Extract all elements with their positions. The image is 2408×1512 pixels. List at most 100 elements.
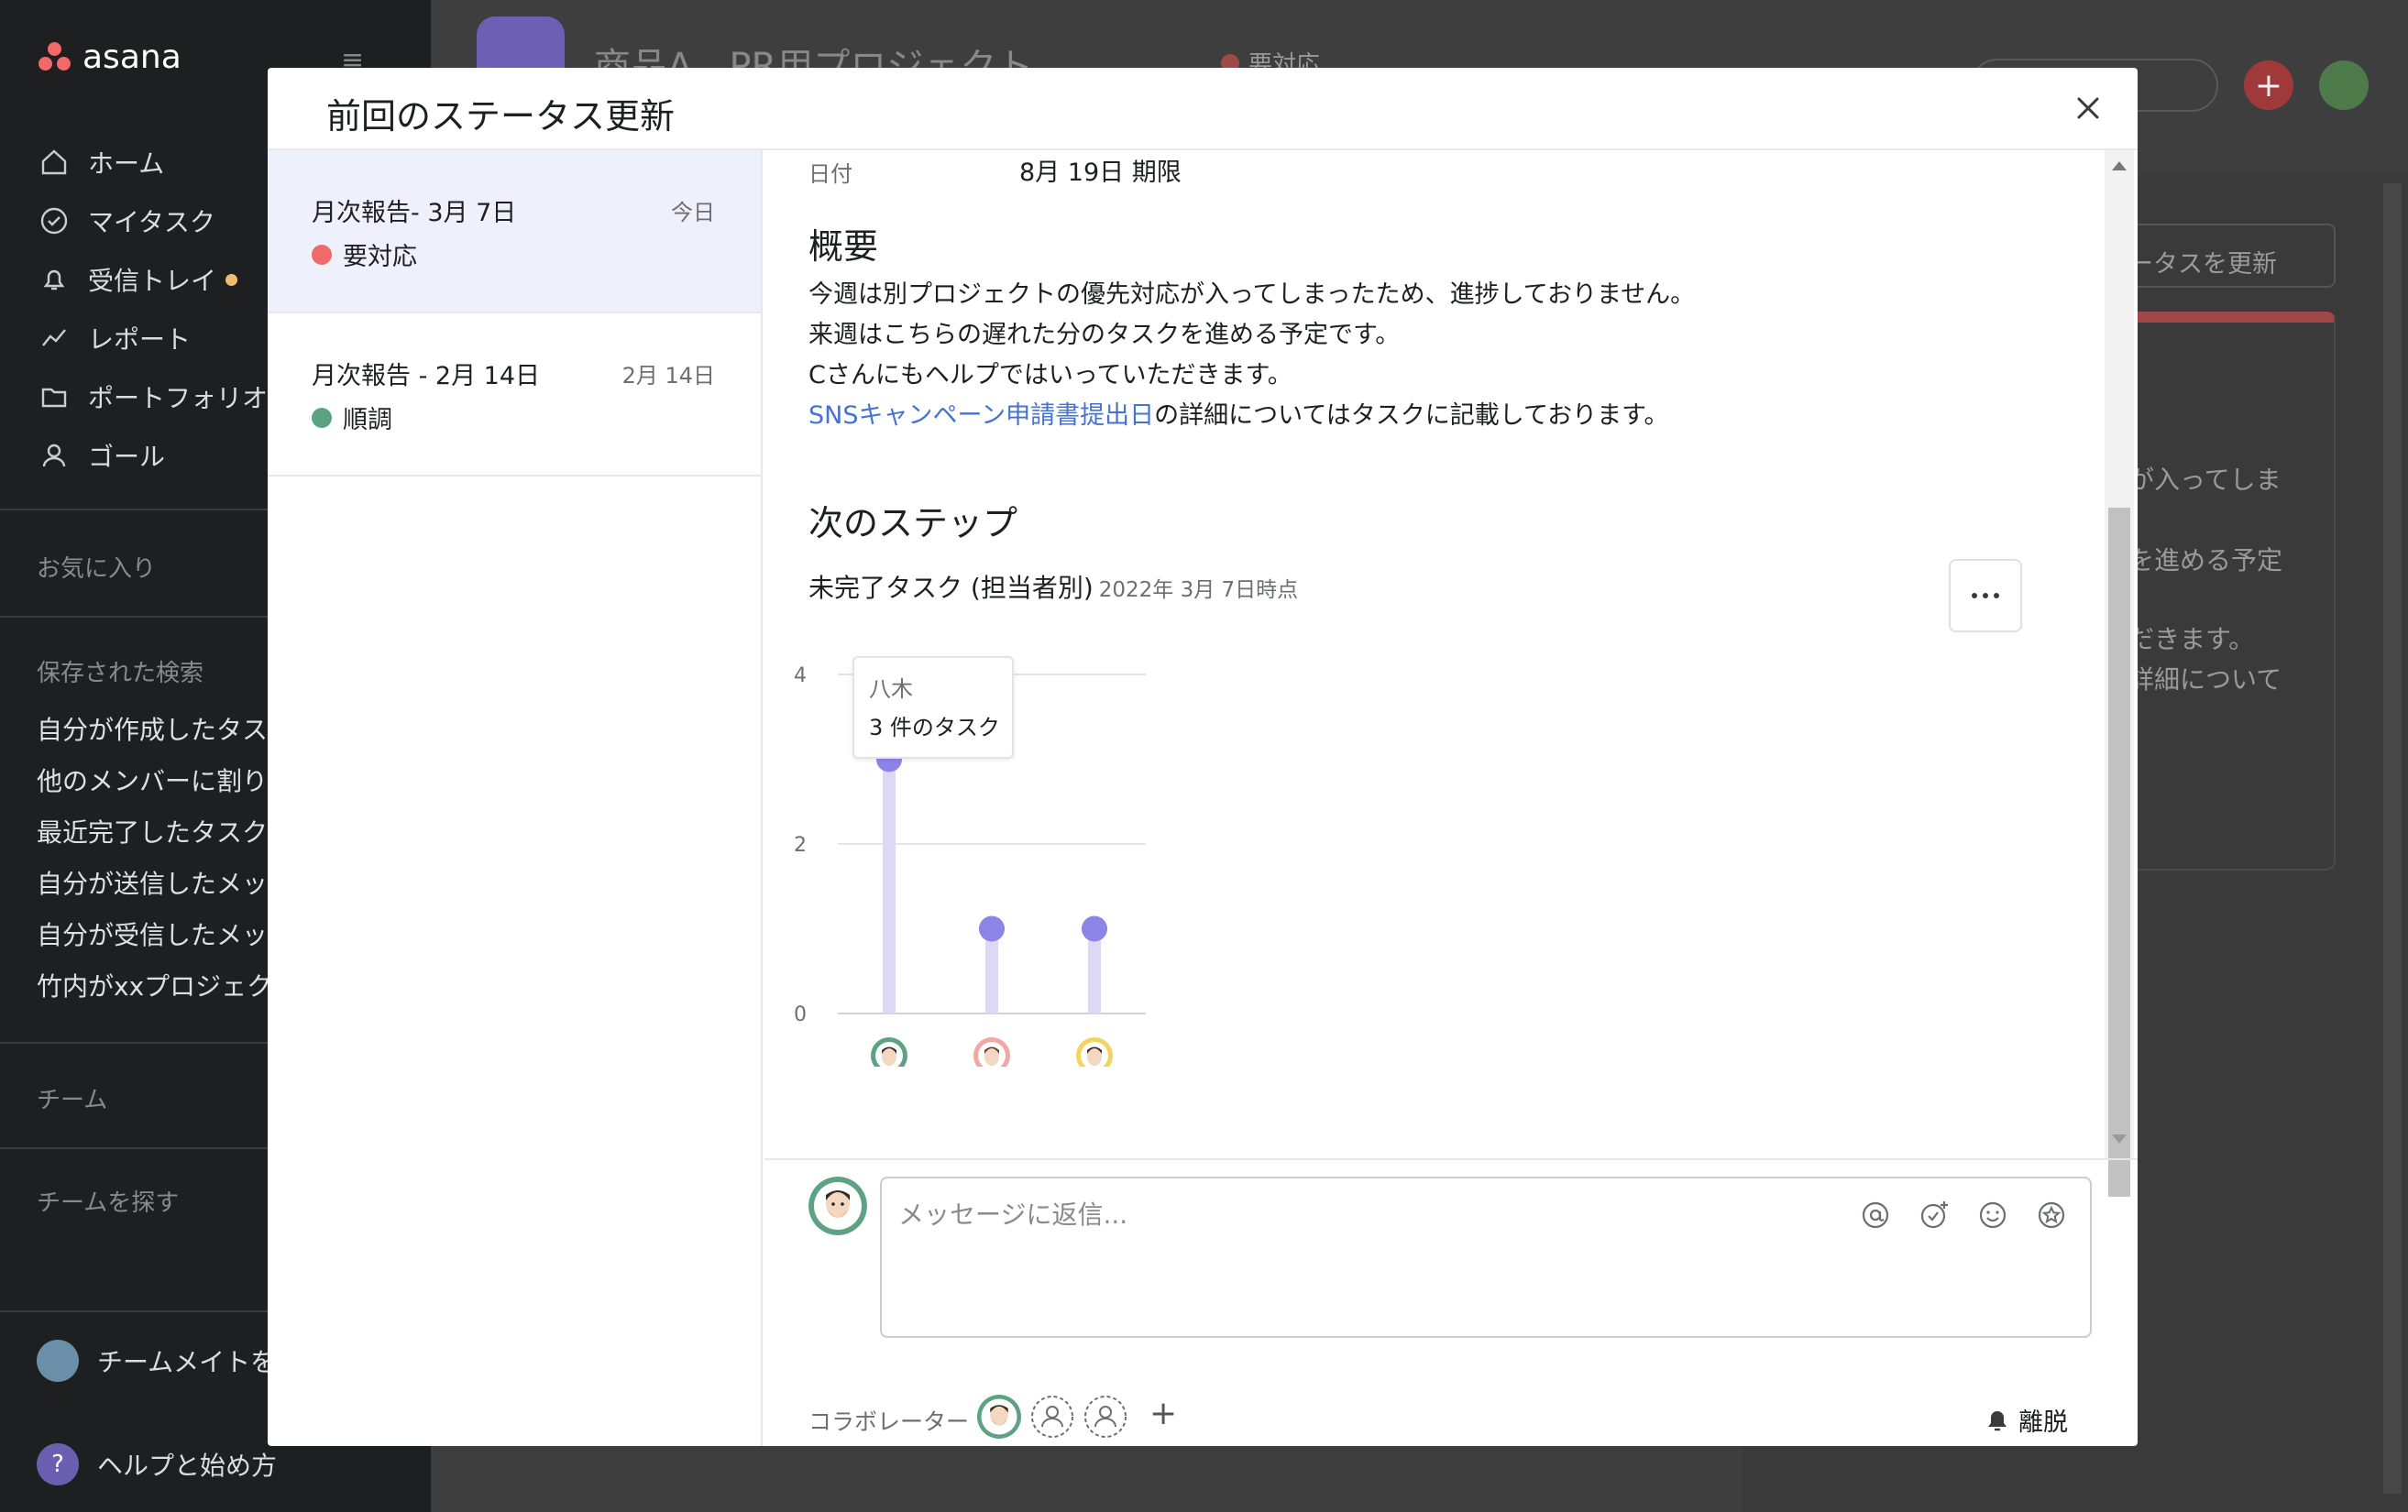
summary-line: Cさんにもヘルプではいっていただきます。 bbox=[808, 361, 1292, 389]
sidebar-item-label: ホーム bbox=[88, 148, 165, 179]
saved-search-item[interactable]: 他のメンバーに割り bbox=[37, 761, 293, 813]
person-icon bbox=[37, 438, 71, 473]
status-dot-icon bbox=[312, 244, 332, 265]
favorites-heading[interactable]: お気に入り bbox=[37, 550, 156, 584]
summary-line: 来週はこちらの遅れた分のタスクを進める予定です。 bbox=[808, 321, 1401, 349]
tooltip-assignee: 八木 bbox=[869, 676, 913, 702]
sidebar-item-my-tasks[interactable]: マイタスク bbox=[37, 192, 268, 250]
modal-title: 前回のステータス更新 bbox=[326, 96, 676, 137]
summary-line: 今週は別プロジェクトの優先対応が入ってしまったため、進捗しておりません。 bbox=[808, 280, 1696, 309]
task-link[interactable]: SNSキャンペーン申請書提出日 bbox=[808, 401, 1154, 430]
empty-collaborator-icon[interactable] bbox=[1030, 1395, 1074, 1439]
scroll-up-arrow-icon[interactable] bbox=[2112, 161, 2127, 170]
scrollbar-thumb[interactable] bbox=[2108, 508, 2130, 1197]
sidebar-nav: ホーム マイタスク 受信トレイ レポート ポートフォリオ ゴール bbox=[37, 133, 268, 485]
date-value: 8月 19日 期限 bbox=[1019, 159, 1182, 187]
tooltip-task-count: 3 件のタスク bbox=[869, 715, 1000, 740]
close-icon[interactable] bbox=[2070, 90, 2106, 126]
status-dot-icon bbox=[312, 407, 332, 428]
leave-label: 離脱 bbox=[2018, 1408, 2068, 1437]
invite-label: チームメイトを bbox=[97, 1347, 277, 1377]
bell-icon bbox=[1988, 1410, 2007, 1430]
add-button[interactable]: + bbox=[2244, 60, 2293, 110]
assignee-avatar bbox=[871, 1037, 907, 1067]
sidebar-item-home[interactable]: ホーム bbox=[37, 133, 268, 192]
unread-dot bbox=[225, 273, 238, 286]
mention-icon[interactable] bbox=[1859, 1199, 1892, 1232]
status-label: 要対応 bbox=[343, 243, 417, 271]
teams-heading[interactable]: チーム bbox=[37, 1081, 107, 1115]
collaborators-list: + bbox=[977, 1395, 1193, 1439]
update-history-list: 月次報告- 3月 7日 今日 要対応 月次報告 - 2月 14日 2月 14日 … bbox=[268, 150, 763, 1446]
summary-line: SNSキャンペーン申請書提出日の詳細についてはタスクに記載しております。 bbox=[808, 396, 1695, 436]
find-team-link[interactable]: チームを探す bbox=[37, 1184, 179, 1218]
y-tick-label: 2 bbox=[794, 834, 807, 857]
update-item[interactable]: 月次報告 - 2月 14日 2月 14日 順調 bbox=[268, 313, 761, 477]
sidebar-item-reports[interactable]: レポート bbox=[37, 309, 268, 367]
reply-input[interactable] bbox=[898, 1191, 1797, 1237]
add-collaborator-button[interactable]: + bbox=[1149, 1395, 1193, 1439]
scroll-down-arrow-icon[interactable] bbox=[2112, 1134, 2127, 1144]
folder-icon bbox=[37, 379, 71, 414]
saved-search-item[interactable]: 自分が作成したタスク bbox=[37, 710, 293, 761]
assignee-avatar bbox=[973, 1037, 1010, 1067]
more-options-button[interactable] bbox=[1949, 559, 2022, 632]
summary-heading: 概要 bbox=[808, 226, 879, 267]
logo-text: asana bbox=[82, 38, 181, 76]
update-item[interactable]: 月次報告- 3月 7日 今日 要対応 bbox=[268, 150, 761, 313]
empty-collaborator-icon[interactable] bbox=[1083, 1395, 1127, 1439]
chart-line-icon bbox=[37, 321, 71, 356]
logo-icon bbox=[37, 41, 73, 73]
sidebar-item-label: マイタスク bbox=[88, 207, 215, 237]
saved-search-item[interactable]: 最近完了したタスク bbox=[37, 813, 293, 864]
asana-logo[interactable]: asana bbox=[37, 38, 181, 76]
help-button[interactable]: ? ヘルプと始め方 bbox=[37, 1443, 277, 1485]
card-text: だきます。 bbox=[2128, 624, 2255, 654]
status-label: 順調 bbox=[343, 406, 392, 434]
help-icon: ? bbox=[37, 1443, 79, 1485]
check-circle-icon bbox=[37, 203, 71, 238]
help-label: ヘルプと始め方 bbox=[97, 1451, 278, 1481]
modal-scrollbar[interactable] bbox=[2105, 150, 2134, 1197]
chart-point bbox=[979, 915, 1005, 942]
chart-point bbox=[1082, 915, 1107, 942]
sidebar-item-label: 受信トレイ bbox=[88, 266, 217, 296]
sidebar-item-label: レポート bbox=[88, 324, 192, 355]
bell-icon bbox=[37, 262, 71, 297]
update-date: 今日 bbox=[671, 200, 715, 225]
saved-search-item[interactable]: 竹内がxxプロジェク bbox=[37, 967, 293, 1018]
y-tick-label: 4 bbox=[794, 664, 807, 687]
chart-heading: 未完了タスク (担当者別) 2022年 3月 7日時点 bbox=[808, 568, 1298, 605]
user-avatar[interactable] bbox=[2319, 60, 2369, 110]
status-badge: 順調 bbox=[312, 400, 392, 435]
saved-search-item[interactable]: 自分が送信したメッ bbox=[37, 864, 293, 915]
status-badge: 要対応 bbox=[312, 236, 417, 272]
invite-avatar-icon bbox=[37, 1340, 79, 1382]
card-text: が入ってしま bbox=[2128, 465, 2282, 495]
chart-timestamp: 2022年 3月 7日時点 bbox=[1098, 578, 1299, 602]
background-scrollbar[interactable] bbox=[2383, 183, 2402, 1494]
saved-search-item[interactable]: 自分が受信したメッ bbox=[37, 915, 293, 967]
chart-tooltip: 八木 3 件のタスク bbox=[852, 656, 1014, 759]
sidebar-item-portfolios[interactable]: ポートフォリオ bbox=[37, 367, 268, 426]
reply-box bbox=[880, 1177, 2092, 1338]
leave-button[interactable]: 離脱 bbox=[1984, 1402, 2068, 1438]
update-date: 2月 14日 bbox=[621, 363, 715, 389]
emoji-icon[interactable] bbox=[1976, 1199, 2009, 1232]
update-title: 月次報告- 3月 7日 bbox=[312, 199, 517, 227]
avatar[interactable] bbox=[977, 1395, 1021, 1439]
status-update-modal: 前回のステータス更新 月次報告- 3月 7日 今日 要対応 月次報告 - 2月 … bbox=[268, 68, 2138, 1446]
sidebar-item-label: ゴール bbox=[88, 442, 166, 472]
sidebar-item-inbox[interactable]: 受信トレイ bbox=[37, 250, 268, 309]
summary-text: 今週は別プロジェクトの優先対応が入ってしまったため、進捗しておりません。 来週は… bbox=[808, 275, 1695, 436]
avatar bbox=[808, 1177, 867, 1235]
add-task-icon[interactable] bbox=[1918, 1199, 1951, 1232]
update-content: 日付 8月 19日 期限 概要 今週は別プロジェクトの優先対応が入ってしまったた… bbox=[764, 150, 2138, 1158]
card-text: 詳細について bbox=[2128, 664, 2282, 695]
update-title: 月次報告 - 2月 14日 bbox=[312, 362, 541, 390]
chart-bar bbox=[883, 759, 896, 1013]
star-icon[interactable] bbox=[2035, 1199, 2068, 1232]
saved-searches-heading[interactable]: 保存された検索 bbox=[37, 654, 203, 688]
sidebar-item-goals[interactable]: ゴール bbox=[37, 426, 268, 485]
invite-teammates-button[interactable]: チームメイトを bbox=[37, 1340, 276, 1382]
